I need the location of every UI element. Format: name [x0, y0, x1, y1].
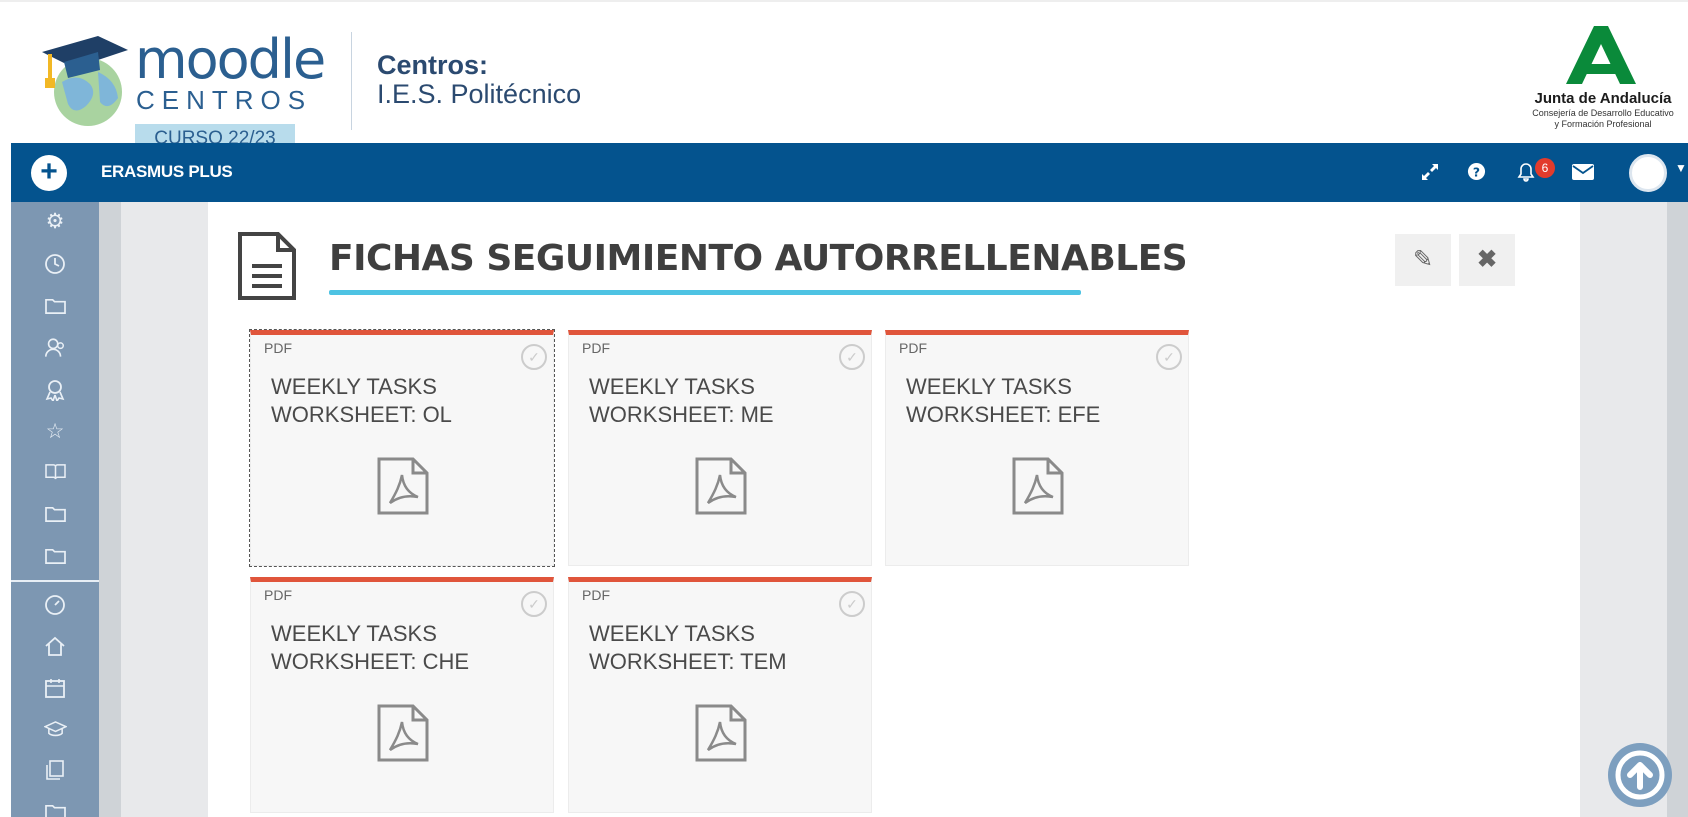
user-avatar[interactable]	[1629, 154, 1667, 192]
calendar-icon[interactable]	[41, 674, 69, 702]
dashboard-icon[interactable]	[41, 590, 69, 618]
files-icon[interactable]	[41, 756, 69, 784]
centro-label: Centros:	[377, 50, 489, 80]
junta-subtitle-2: y Formación Profesional	[1554, 119, 1652, 129]
brand-header: moodle CENTROS CURSO 22/23 Centros: I.E.…	[0, 0, 1688, 154]
badge-icon[interactable]	[41, 376, 69, 404]
tile-title: WEEKLY TASKS WORKSHEET: EFE	[906, 374, 1101, 427]
completion-check-icon[interactable]: ✓	[521, 591, 547, 617]
centros-wordmark: CENTROS	[136, 85, 313, 115]
tile-title: WEEKLY TASKS WORKSHEET: CHE	[271, 621, 470, 674]
pdf-file-icon	[377, 457, 429, 515]
users-icon[interactable]	[41, 334, 69, 362]
edit-button[interactable]: ✎	[1395, 234, 1451, 286]
notification-count-badge: 6	[1535, 158, 1555, 178]
completion-check-icon[interactable]: ✓	[1156, 344, 1182, 370]
centro-name[interactable]: I.E.S. Politécnico	[377, 79, 581, 110]
pdf-tile[interactable]: PDF ✓ WEEKLY TASKS WORKSHEET: ME	[568, 330, 872, 566]
junta-title: Junta de Andalucía	[1534, 90, 1672, 107]
folder-icon[interactable]	[41, 542, 69, 570]
tile-type-label: PDF	[582, 340, 610, 356]
pdf-tile[interactable]: PDF ✓ WEEKLY TASKS WORKSHEET: CHE	[250, 577, 554, 813]
folder-icon[interactable]	[41, 798, 69, 817]
top-navbar: + ERASMUS PLUS ? 6 ▼	[11, 143, 1688, 202]
chevron-down-icon[interactable]: ▼	[1675, 161, 1687, 175]
tile-type-label: PDF	[582, 587, 610, 603]
pdf-file-icon	[1012, 457, 1064, 515]
header-divider	[351, 32, 352, 130]
section-title: FICHAS SEGUIMIENTO AUTORRELLENABLES	[329, 238, 1188, 279]
main-shade-left	[99, 202, 121, 817]
arrow-up-circle-icon	[1615, 750, 1665, 800]
close-button[interactable]: ✖	[1459, 234, 1515, 286]
folder-icon[interactable]	[41, 292, 69, 320]
completion-check-icon[interactable]: ✓	[521, 344, 547, 370]
scroll-to-top-button[interactable]	[1608, 743, 1672, 807]
pdf-tile[interactable]: PDF ✓ WEEKLY TASKS WORKSHEET: EFE	[885, 330, 1189, 566]
section-title-underline	[329, 290, 1081, 295]
pdf-file-icon	[695, 704, 747, 762]
envelope-icon[interactable]	[1569, 157, 1597, 187]
tile-type-label: PDF	[264, 340, 292, 356]
expand-icon[interactable]	[1417, 157, 1443, 187]
junta-a-icon	[1566, 26, 1636, 84]
junta-andalucia-logo[interactable]: Junta de Andalucía Consejería de Desarro…	[1528, 26, 1688, 134]
moodle-page: moodle CENTROS CURSO 22/23 Centros: I.E.…	[0, 0, 1688, 817]
graduation-cap-icon[interactable]	[41, 716, 69, 744]
pdf-tile[interactable]: PDF ✓ WEEKLY TASKS WORKSHEET: TEM	[568, 577, 872, 813]
left-sidebar: ⚙ ☆	[11, 202, 99, 817]
completion-check-icon[interactable]: ✓	[839, 344, 865, 370]
course-name-link[interactable]: ERASMUS PLUS	[101, 162, 233, 182]
svg-text:?: ?	[1472, 165, 1479, 179]
tile-type-label: PDF	[264, 587, 292, 603]
gears-icon[interactable]: ⚙	[41, 208, 69, 236]
moodle-wordmark: moodle	[135, 28, 326, 91]
main-shade-right	[1667, 202, 1688, 817]
add-button[interactable]: +	[31, 155, 67, 191]
home-icon[interactable]	[41, 632, 69, 660]
clock-icon[interactable]	[41, 250, 69, 278]
pdf-file-icon	[377, 704, 429, 762]
tile-title: WEEKLY TASKS WORKSHEET: OL	[271, 374, 452, 427]
pdf-file-icon	[695, 457, 747, 515]
sidebar-divider	[11, 580, 99, 582]
help-icon[interactable]: ?	[1463, 157, 1489, 187]
moodle-centros-logo[interactable]: moodle CENTROS CURSO 22/23	[38, 32, 326, 154]
junta-subtitle-1: Consejería de Desarrollo Educativo	[1532, 108, 1674, 118]
tile-title: WEEKLY TASKS WORKSHEET: TEM	[589, 621, 787, 674]
document-icon	[238, 232, 296, 300]
folder-icon[interactable]	[41, 500, 69, 528]
star-icon[interactable]: ☆	[41, 418, 69, 446]
tile-type-label: PDF	[899, 340, 927, 356]
pdf-tile[interactable]: PDF ✓ WEEKLY TASKS WORKSHEET: OL	[249, 329, 555, 567]
graduation-cap-globe-icon	[42, 36, 128, 126]
tile-title: WEEKLY TASKS WORKSHEET: ME	[589, 374, 774, 427]
completion-check-icon[interactable]: ✓	[839, 591, 865, 617]
book-icon[interactable]	[41, 458, 69, 486]
